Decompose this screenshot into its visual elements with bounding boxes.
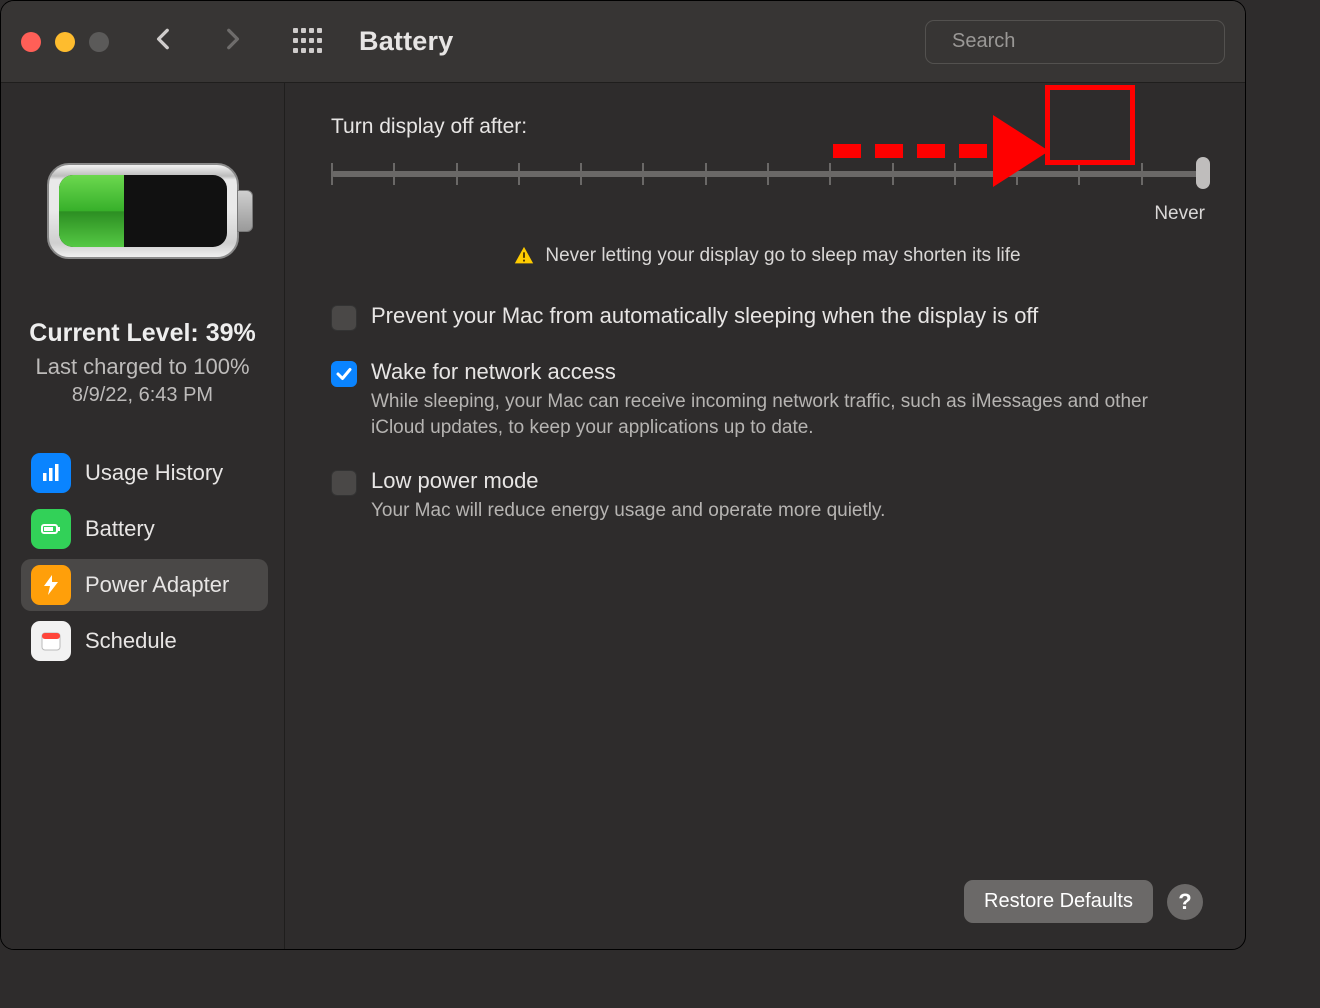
search-field[interactable] — [925, 20, 1225, 64]
prevent-sleep-checkbox[interactable] — [331, 305, 357, 331]
sidebar-item-label: Schedule — [85, 628, 177, 654]
bar-chart-icon — [31, 453, 71, 493]
restore-defaults-button[interactable]: Restore Defaults — [964, 880, 1153, 923]
option-title: Wake for network access — [371, 359, 1171, 385]
sidebar-item-usage-history[interactable]: Usage History — [21, 447, 268, 499]
option-title: Prevent your Mac from automatically slee… — [371, 303, 1038, 329]
option-low-power: Low power mode Your Mac will reduce ener… — [331, 468, 1203, 524]
last-charged-label: Last charged to 100% — [35, 354, 249, 380]
last-charged-time: 8/9/22, 6:43 PM — [72, 384, 213, 407]
option-wake-network: Wake for network access While sleeping, … — [331, 359, 1203, 440]
sidebar-item-label: Battery — [85, 516, 155, 542]
wake-network-checkbox[interactable] — [331, 361, 357, 387]
search-input[interactable] — [950, 29, 1219, 54]
sidebar-item-battery[interactable]: Battery — [21, 503, 268, 555]
forward-button[interactable] — [209, 22, 255, 61]
main-panel: Turn display off after: Never Never lett… — [285, 83, 1245, 949]
option-desc: While sleeping, your Mac can receive inc… — [371, 389, 1171, 440]
sidebar-item-label: Usage History — [85, 460, 223, 486]
sidebar-item-schedule[interactable]: Schedule — [21, 615, 268, 667]
footer: Restore Defaults ? — [331, 880, 1203, 929]
display-off-label: Turn display off after: — [331, 115, 1203, 139]
window-controls — [21, 32, 109, 52]
option-title: Low power mode — [371, 468, 885, 494]
help-button[interactable]: ? — [1167, 884, 1203, 920]
slider-warning-text: Never letting your display go to sleep m… — [545, 245, 1020, 267]
slider-end-label: Never — [1154, 203, 1205, 225]
display-off-slider[interactable]: Never — [331, 157, 1203, 197]
option-prevent-sleep: Prevent your Mac from automatically slee… — [331, 303, 1203, 331]
sidebar-nav: Usage History Battery Power Adapter — [11, 447, 274, 667]
battery-icon — [31, 509, 71, 549]
slider-warning: Never letting your display go to sleep m… — [331, 245, 1203, 267]
battery-level-icon — [47, 163, 239, 259]
slider-ticks — [331, 163, 1203, 197]
toolbar: Battery — [1, 1, 1245, 83]
battery-prefs-window: Battery Current Level: 39% Last charged … — [0, 0, 1246, 950]
minimize-window-button[interactable] — [55, 32, 75, 52]
low-power-checkbox[interactable] — [331, 470, 357, 496]
battery-level-label: Current Level: 39% — [29, 319, 255, 348]
warning-icon — [513, 245, 535, 267]
option-desc: Your Mac will reduce energy usage and op… — [371, 498, 885, 524]
close-window-button[interactable] — [21, 32, 41, 52]
sidebar: Current Level: 39% Last charged to 100% … — [1, 83, 285, 949]
back-button[interactable] — [141, 22, 187, 61]
sidebar-item-power-adapter[interactable]: Power Adapter — [21, 559, 268, 611]
bolt-icon — [31, 565, 71, 605]
slider-thumb[interactable] — [1196, 157, 1210, 189]
zoom-window-button[interactable] — [89, 32, 109, 52]
calendar-icon — [31, 621, 71, 661]
window-title: Battery — [359, 26, 453, 57]
sidebar-item-label: Power Adapter — [85, 572, 229, 598]
options-list: Prevent your Mac from automatically slee… — [331, 303, 1203, 524]
show-all-prefs-button[interactable] — [293, 28, 321, 56]
